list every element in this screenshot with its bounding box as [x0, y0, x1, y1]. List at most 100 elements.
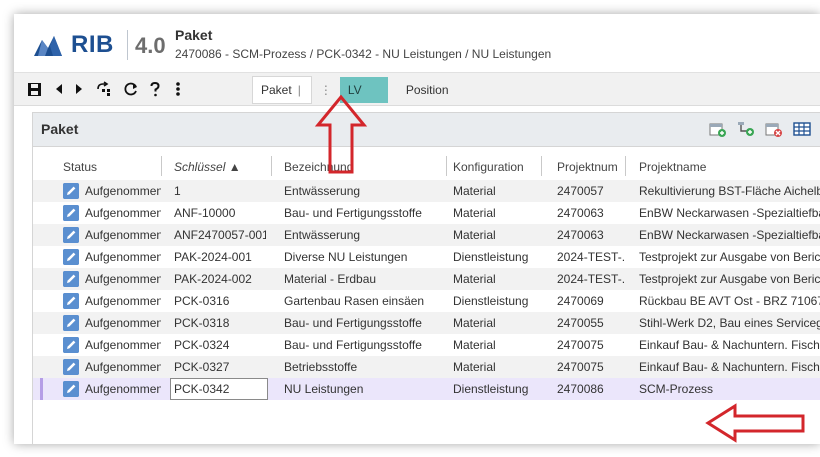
cell-project-name: EnBW Neckarwasen -Spezialtiefbau- — [639, 206, 820, 220]
selected-row-marker — [40, 378, 43, 400]
table-row[interactable]: Aufgenommen ANF2470057-001 Entwässerung Mat… — [33, 224, 820, 246]
cell-description: Material - Erdbau — [284, 272, 377, 286]
cell-project-name: Rekultivierung BST-Fläche Aichelberg — [639, 184, 820, 198]
cell-project-name: EnBW Neckarwasen -Spezialtiefbau- — [639, 228, 820, 242]
cell-project-name: SCM-Prozess — [639, 382, 714, 396]
breadcrumb: 2470086 - SCM-Prozess / PCK-0342 - NU Le… — [175, 47, 552, 61]
cell-key: ANF2470057-001 — [174, 228, 266, 242]
app-header: RIB 4.0 Paket 2470086 - SCM-Prozess / PC… — [14, 14, 820, 72]
column-resize-handle[interactable] — [271, 156, 272, 176]
cell-project-name: Einkauf Bau- & Nachuntern. Fischer G — [639, 360, 820, 374]
table-header: Status Schlüssel ▲ Bezeichnung Konfigura… — [33, 156, 820, 178]
navigate-icon[interactable] — [92, 73, 116, 105]
table-row[interactable]: Aufgenommen 1 Entwässerung Material 2470057 R… — [33, 180, 820, 202]
cell-status: Aufgenommen — [85, 316, 161, 330]
column-resize-handle[interactable] — [625, 156, 626, 176]
tab-paket[interactable]: Paket | — [252, 76, 312, 104]
table-row[interactable]: Aufgenommen PAK-2024-001 Diverse NU Leistu… — [33, 246, 820, 268]
table-row[interactable]: Aufgenommen PCK-0316 Gartenbau Rasen einsä… — [33, 290, 820, 312]
column-header-konfiguration[interactable]: Konfiguration — [453, 160, 524, 174]
table-row[interactable]: Aufgenommen PAK-2024-002 Material - Erdbau… — [33, 268, 820, 290]
next-icon[interactable] — [70, 73, 88, 105]
cell-configuration: Material — [453, 228, 496, 242]
status-edit-icon — [63, 359, 79, 375]
tab-position-label: Position — [405, 83, 449, 97]
help-icon[interactable] — [146, 73, 164, 105]
status-edit-icon — [63, 315, 79, 331]
cell-configuration: Material — [453, 316, 496, 330]
column-resize-handle[interactable] — [446, 156, 447, 176]
app-window: RIB 4.0 Paket 2470086 - SCM-Prozess / PC… — [14, 14, 820, 444]
cell-project-number: 2024-TEST-... — [557, 272, 625, 286]
tab-paket-label: Paket — [261, 83, 292, 97]
column-header-schluessel[interactable]: Schlüssel ▲ — [174, 160, 241, 174]
column-header-projektnummer[interactable]: Projektnum — [557, 160, 618, 174]
column-header-bezeichnung[interactable]: Bezeichnung — [284, 160, 353, 174]
cell-key: 1 — [174, 184, 181, 198]
page-title: Paket — [175, 27, 213, 43]
rib-logo-icon — [34, 36, 62, 56]
cell-key: PCK-0316 — [174, 294, 230, 308]
cell-key: PCK-0324 — [174, 338, 230, 352]
cell-description: Diverse NU Leistungen — [284, 250, 408, 264]
column-resize-handle[interactable] — [161, 156, 162, 176]
cell-configuration: Dienstleistung — [453, 382, 529, 396]
tab-position[interactable]: Position — [388, 77, 457, 103]
cell-configuration: Dienstleistung — [453, 294, 529, 308]
cell-configuration: Material — [453, 206, 496, 220]
cell-key: PAK-2024-001 — [174, 250, 252, 264]
table-row[interactable]: Aufgenommen PCK-0324 Bau- und Fertigungsst… — [33, 334, 820, 356]
module-tabs: Paket | ⋮ LV Position — [252, 76, 457, 104]
cell-description: Bau- und Fertigungsstoffe — [284, 206, 422, 220]
new-record-icon[interactable] — [709, 121, 727, 137]
status-edit-icon — [63, 249, 79, 265]
previous-icon[interactable] — [50, 73, 68, 105]
main-toolbar: Paket | ⋮ LV Position — [14, 72, 820, 106]
cell-key: PCK-0318 — [174, 316, 230, 330]
more-options-icon[interactable] — [170, 73, 186, 105]
cell-configuration: Material — [453, 360, 496, 374]
cell-status: Aufgenommen — [85, 250, 161, 264]
cell-key: PCK-0327 — [174, 360, 230, 374]
save-icon[interactable] — [24, 73, 44, 105]
status-edit-icon — [63, 271, 79, 287]
status-edit-icon — [63, 205, 79, 221]
cell-project-name: Stihl-Werk D2, Bau eines Servicegebä — [639, 316, 820, 330]
tab-menu-icon[interactable]: ⋮ — [320, 83, 332, 97]
table-row[interactable]: Aufgenommen ANF-10000 Bau- und Fertigungss… — [33, 202, 820, 224]
cell-status: Aufgenommen — [85, 360, 161, 374]
column-header-status[interactable]: Status — [63, 160, 97, 174]
cell-key[interactable]: PCK-0342 — [174, 382, 266, 396]
cell-project-number: 2470086 — [557, 382, 604, 396]
cell-status: Aufgenommen — [85, 184, 161, 198]
cell-project-number: 2470055 — [557, 316, 604, 330]
column-resize-handle[interactable] — [541, 156, 542, 176]
tab-lv[interactable]: LV — [339, 77, 388, 103]
tab-divider: | — [297, 83, 301, 97]
cell-key: PAK-2024-002 — [174, 272, 252, 286]
grid-layout-icon[interactable] — [793, 121, 811, 137]
header-divider — [127, 30, 128, 60]
cell-project-number: 2470075 — [557, 338, 604, 352]
cell-project-number: 2470075 — [557, 360, 604, 374]
cell-project-number: 2470063 — [557, 228, 604, 242]
table-row[interactable]: Aufgenommen PCK-0318 Bau- und Fertigungsst… — [33, 312, 820, 334]
table-row[interactable]: Aufgenommen PCK-0342 NU Leistungen Dienstle… — [33, 378, 820, 400]
status-edit-icon — [63, 381, 79, 397]
cell-project-number: 2470069 — [557, 294, 604, 308]
cell-project-name: Rückbau BE AVT Ost - BRZ 71067 — [639, 294, 820, 308]
brand-name: RIB — [71, 31, 114, 58]
paket-panel: Paket Status Schlüssel ▲ Bezeichnung Kon… — [32, 112, 820, 444]
new-subrecord-icon[interactable] — [737, 121, 755, 137]
status-edit-icon — [63, 227, 79, 243]
refresh-icon[interactable] — [120, 73, 142, 105]
cell-description: Entwässerung — [284, 184, 361, 198]
column-header-projektname[interactable]: Projektname — [639, 160, 706, 174]
table-row[interactable]: Aufgenommen PCK-0327 Betriebsstoffe Materia… — [33, 356, 820, 378]
cell-configuration: Material — [453, 272, 496, 286]
panel-title: Paket — [41, 121, 79, 137]
delete-record-icon[interactable] — [765, 121, 783, 137]
status-edit-icon — [63, 337, 79, 353]
cell-status: Aufgenommen — [85, 382, 161, 396]
cell-status: Aufgenommen — [85, 272, 161, 286]
